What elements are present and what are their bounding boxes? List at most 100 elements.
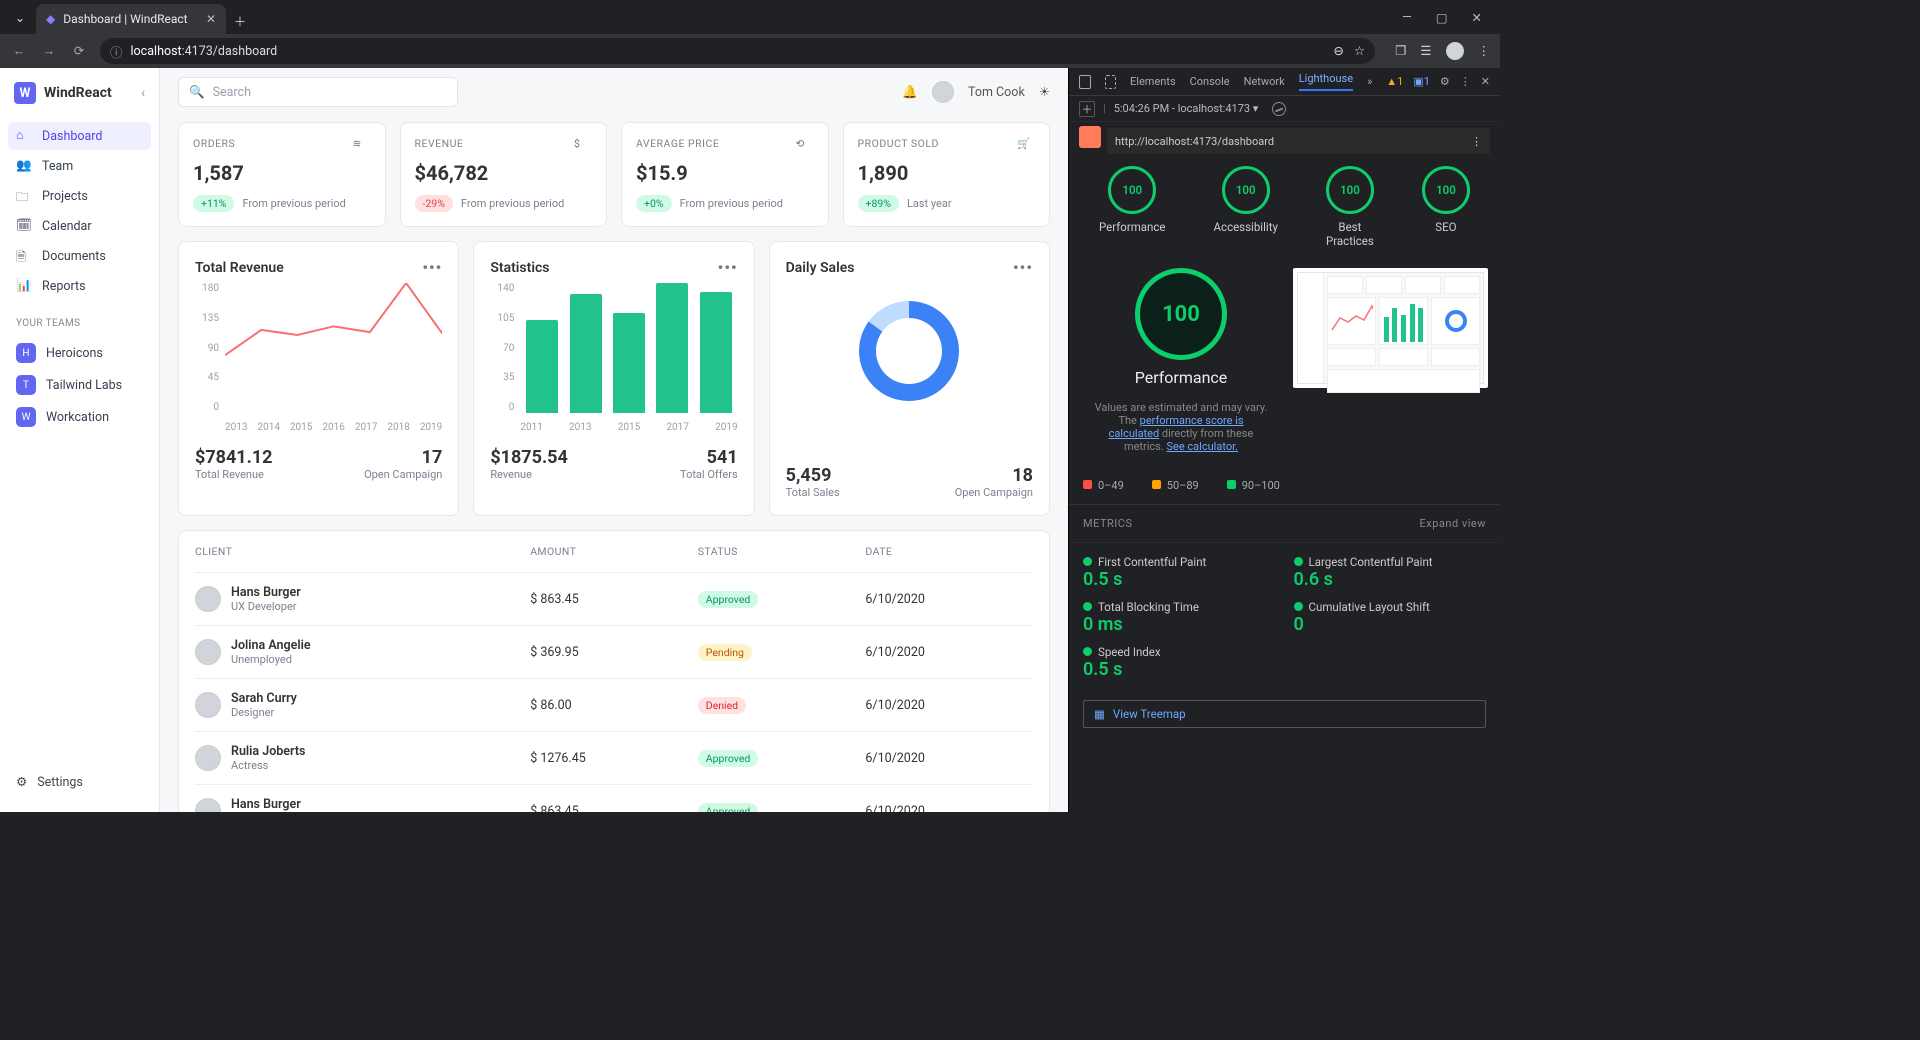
settings-link[interactable]: ⚙ Settings — [8, 766, 151, 798]
sidebar-item-team[interactable]: 👥Team — [8, 152, 151, 180]
devtools-kebab-icon[interactable]: ⋮ — [1460, 75, 1471, 88]
metric-first-contentful-paint[interactable]: First Contentful Paint0.5 s — [1083, 555, 1276, 590]
chevron-left-icon[interactable]: ‹ — [141, 86, 145, 101]
performance-label: Performance — [1135, 368, 1228, 387]
info-badge[interactable]: ▣1 — [1413, 75, 1430, 88]
team-item-workcation[interactable]: WWorkcation — [8, 401, 151, 433]
profile-avatar[interactable] — [1446, 42, 1464, 60]
status-badge: Pending — [698, 644, 752, 661]
new-report-button[interactable]: ＋ — [1079, 101, 1095, 117]
score-label: Performance — [1099, 220, 1166, 234]
content-scroll[interactable]: ORDERS≋ 1,587 +11%From previous period R… — [160, 116, 1068, 812]
expand-view-link[interactable]: Expand view — [1420, 517, 1486, 530]
table-row[interactable]: Rulia JobertsActress $ 1276.45 Approved … — [195, 732, 1033, 785]
more-tabs-icon[interactable]: » — [1367, 75, 1372, 88]
search-input[interactable]: 🔍 Search — [178, 77, 458, 107]
score-label: Accessibility — [1214, 220, 1278, 234]
device-toggle-icon[interactable] — [1105, 75, 1117, 89]
document-icon: 🗎 — [16, 248, 32, 264]
team-label: Workcation — [46, 410, 109, 425]
metric-cumulative-layout-shift[interactable]: Cumulative Layout Shift0 — [1294, 600, 1487, 635]
view-treemap-button[interactable]: ▦ View Treemap — [1083, 700, 1486, 728]
table-row[interactable]: Sarah CurryDesigner $ 86.00 Denied 6/10/… — [195, 679, 1033, 732]
url-path: :4173/dashboard — [182, 44, 278, 59]
table-row[interactable]: Jolina AngelieUnemployed $ 369.95 Pendin… — [195, 626, 1033, 679]
browser-tab[interactable]: ◆ Dashboard | WindReact ✕ — [36, 4, 226, 34]
table-row[interactable]: Hans BurgerUX Developer $ 863.45 Approve… — [195, 785, 1033, 812]
status-badge: Denied — [698, 697, 746, 714]
client-name: Hans Burger — [231, 797, 301, 812]
score-gauge-seo[interactable]: 100SEO — [1422, 166, 1470, 248]
score-gauge-accessibility[interactable]: 100Accessibility — [1214, 166, 1278, 248]
sidebar-item-projects[interactable]: 🗀Projects — [8, 182, 151, 210]
row-date: 6/10/2020 — [865, 751, 1033, 766]
warn-badge[interactable]: ▲1 — [1386, 75, 1403, 88]
tab-search-icon[interactable]: ⌄ — [8, 6, 32, 30]
sidebar-item-dashboard[interactable]: ⌂Dashboard — [8, 122, 151, 150]
brand[interactable]: W WindReact ‹ — [8, 82, 151, 104]
theme-toggle-icon[interactable]: ☀ — [1039, 84, 1050, 100]
maximize-icon[interactable]: ▢ — [1436, 10, 1448, 26]
kebab-icon[interactable]: ⋮ — [1478, 43, 1491, 59]
sidebar-item-label: Reports — [42, 279, 86, 294]
window-close-icon[interactable]: ✕ — [1472, 10, 1482, 26]
devtools-panel: Elements Console Network Lighthouse » ▲1… — [1068, 68, 1500, 812]
dt-tab-lighthouse[interactable]: Lighthouse — [1299, 72, 1353, 91]
devtools-gear-icon[interactable]: ⚙ — [1440, 75, 1450, 88]
dt-tab-network[interactable]: Network — [1244, 75, 1285, 88]
back-icon[interactable]: ← — [10, 42, 28, 60]
dt-tab-console[interactable]: Console — [1190, 75, 1230, 88]
legend-item: 90–100 — [1227, 479, 1280, 492]
metric-largest-contentful-paint[interactable]: Largest Contentful Paint0.6 s — [1294, 555, 1487, 590]
report-menu-icon[interactable]: ⋮ — [1471, 135, 1482, 148]
site-info-icon[interactable]: ⓘ — [110, 42, 123, 61]
tab-title: Dashboard | WindReact — [63, 12, 187, 26]
stat-card-average-price: AVERAGE PRICE⟲ $15.9 +0%From previous pe… — [621, 122, 829, 227]
brand-name: WindReact — [44, 85, 112, 101]
table-row[interactable]: Hans BurgerUX Developer $ 863.45 Approve… — [195, 573, 1033, 626]
table-header: STATUS — [698, 545, 866, 558]
report-timestamp[interactable]: 5:04:26 PM - localhost:4173 ▾ — [1114, 102, 1259, 115]
sidebar-item-reports[interactable]: 📊Reports — [8, 272, 151, 300]
settings-label: Settings — [37, 775, 83, 790]
inspect-icon[interactable] — [1079, 75, 1091, 89]
dollar-icon: $ — [574, 137, 592, 155]
zoom-icon[interactable]: ⊖ — [1333, 43, 1343, 59]
team-item-heroicons[interactable]: H Heroicons — [8, 337, 151, 369]
more-icon[interactable]: ••• — [718, 258, 738, 277]
forward-icon[interactable]: → — [40, 42, 58, 60]
bookmark-icon[interactable]: ☆ — [1354, 43, 1365, 59]
new-tab-button[interactable]: ＋ — [226, 6, 254, 34]
address-bar[interactable]: ⓘ localhost:4173/dashboard ⊖ ☆ — [100, 38, 1375, 64]
bell-icon[interactable]: 🔔 — [902, 85, 918, 100]
team-item-tailwind-labs[interactable]: TTailwind Labs — [8, 369, 151, 401]
minimize-icon[interactable]: — — [1402, 10, 1412, 26]
team-badge: H — [16, 343, 36, 363]
see-calc-link[interactable]: See calculator. — [1167, 440, 1239, 453]
close-icon[interactable]: ✕ — [206, 12, 216, 26]
chart-foot-left-value: $7841.12 — [195, 447, 273, 468]
metric-total-blocking-time[interactable]: Total Blocking Time0 ms — [1083, 600, 1276, 635]
sidebar-item-label: Documents — [42, 249, 106, 264]
chart-title: Total Revenue — [195, 260, 284, 276]
sidebar-item-documents[interactable]: 🗎 Documents — [8, 242, 151, 270]
devtools-close-icon[interactable]: ✕ — [1481, 75, 1490, 88]
score-gauge-best-practices[interactable]: 100BestPractices — [1326, 166, 1374, 248]
user-avatar[interactable] — [932, 81, 954, 103]
sidebar-item-calendar[interactable]: 🗓Calendar — [8, 212, 151, 240]
dt-tab-elements[interactable]: Elements — [1130, 75, 1176, 88]
extensions-icon[interactable]: ❒ — [1395, 43, 1406, 59]
stat-card-orders: ORDERS≋ 1,587 +11%From previous period — [178, 122, 386, 227]
reload-icon[interactable]: ⟳ — [70, 42, 88, 60]
score-label: SEO — [1435, 220, 1456, 234]
table-header: DATE — [865, 545, 1033, 558]
more-icon[interactable]: ••• — [1013, 258, 1033, 277]
sidepanel-icon[interactable]: ☰ — [1420, 43, 1431, 59]
stat-title: AVERAGE PRICE — [636, 137, 719, 155]
score-gauge-performance[interactable]: 100Performance — [1099, 166, 1166, 248]
team-label: Heroicons — [46, 346, 103, 361]
user-name[interactable]: Tom Cook — [968, 85, 1025, 100]
more-icon[interactable]: ••• — [422, 258, 442, 277]
row-amount: $ 863.45 — [530, 804, 698, 813]
metric-speed-index[interactable]: Speed Index0.5 s — [1083, 645, 1276, 680]
